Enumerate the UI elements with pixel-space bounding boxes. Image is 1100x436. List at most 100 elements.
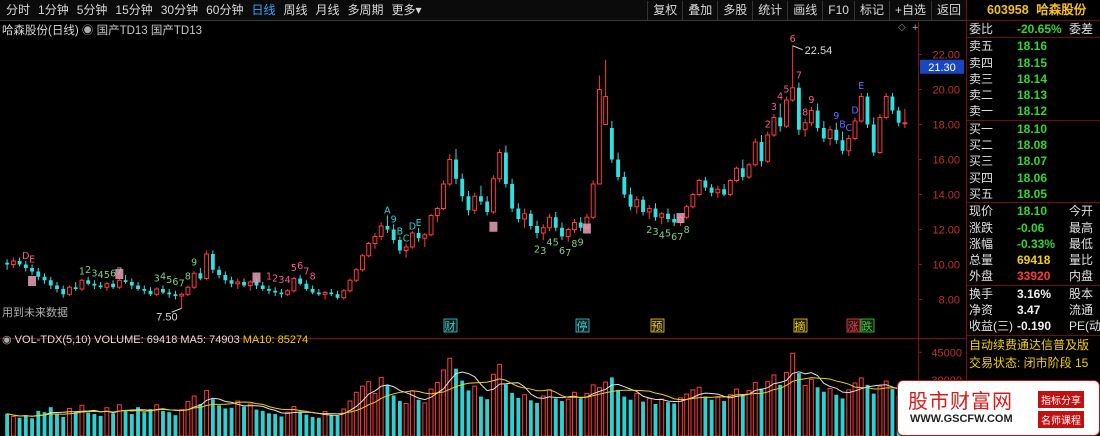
candle-body [42, 276, 47, 281]
period-tab[interactable]: 60分钟 [202, 0, 247, 21]
tool-button[interactable]: 画线 [787, 1, 822, 20]
volume-bar [715, 396, 721, 436]
candle-body [715, 188, 721, 194]
volume-bar [79, 404, 85, 436]
candle-body [871, 124, 876, 153]
candle-body [696, 180, 702, 195]
tool-buttons: 复权 叠加 多股 统计 画线 F10 标记 +自选 返回 [647, 0, 966, 21]
candle-body [310, 289, 315, 293]
tool-button[interactable]: 复权 [647, 1, 682, 20]
volume-bar [310, 417, 315, 436]
volume-bar [808, 378, 814, 436]
period-tab[interactable]: 周线 [279, 0, 311, 21]
tool-button[interactable]: 多股 [717, 1, 752, 20]
td-count-label: 7 [796, 71, 802, 82]
period-tab[interactable]: 分时 [2, 0, 34, 21]
candle-body [378, 225, 384, 237]
quote-label: 收益(三) [969, 319, 1013, 334]
quote-value: -0.06 [1017, 220, 1045, 235]
td-count-label: 8 [310, 272, 316, 283]
volume-bar [260, 410, 265, 436]
candle-body [285, 290, 291, 295]
quote-row: 买三 18.07 [967, 153, 1100, 169]
weibi-value: -20.65% [1017, 22, 1062, 36]
period-tab[interactable]: 30分钟 [157, 0, 202, 21]
volume-bar [223, 408, 228, 436]
volume-bar [490, 373, 496, 436]
td-count-label: 1 [266, 272, 272, 283]
bid-list: 买一 18.10 买二 18.08 买三 18.07 买四 18.06 买五 18.05 [967, 121, 1100, 202]
period-tab[interactable]: 1分钟 [34, 0, 73, 21]
candle-body [298, 278, 303, 284]
volume-bar [397, 401, 402, 436]
volume-bar [653, 404, 658, 436]
quote-row: 买二 18.08 [967, 137, 1100, 153]
stock-header[interactable]: 603958 哈森股份 [967, 0, 1100, 21]
td-count-label: 7 [677, 232, 683, 243]
period-tab[interactable]: 15分钟 [111, 0, 156, 21]
volume-bar [622, 396, 627, 436]
period-tab[interactable]: 月线 [312, 0, 344, 21]
candle-body [896, 110, 901, 123]
volume-bar [167, 412, 172, 436]
tool-button[interactable]: 统计 [752, 1, 787, 20]
candle-body [148, 290, 153, 295]
quote-row: 外盘 33920 内盘 [967, 268, 1100, 284]
candle-body [553, 217, 558, 228]
candle-body [653, 208, 658, 218]
candle-body [23, 264, 28, 268]
period-tab[interactable]: 5分钟 [73, 0, 112, 21]
axis-tick-label: 12.00 [932, 225, 960, 237]
quote-value: -0.190 [1017, 319, 1052, 334]
notice-renewal[interactable]: 自动续费通达信普及版 [969, 336, 1100, 354]
candle-body [890, 96, 895, 111]
candle-body [55, 285, 59, 289]
volume-bar [434, 381, 440, 436]
volume-bar [247, 403, 253, 436]
period-tab[interactable]: 更多▾ [388, 0, 426, 21]
price-chart[interactable]: 22.00 20.00 18.00 16.00 14.00 12.00 10.00 8.00 2… [0, 33, 966, 335]
candle-body [790, 87, 796, 101]
tool-button[interactable]: 标记 [853, 1, 889, 20]
period-tab[interactable]: 日线 [247, 0, 279, 21]
volume-chart[interactable]: 4500030000 [0, 341, 966, 436]
diamond-icon[interactable]: ◇ [898, 22, 906, 33]
watermark-badge: 股市财富网 WWW.GSCFW.COM 指标分享 名师课程 [897, 380, 1100, 436]
candle-body [61, 289, 66, 295]
tool-button[interactable]: F10 [822, 1, 854, 20]
candle-body [92, 283, 97, 286]
candle-body [179, 293, 185, 297]
tool-button[interactable]: 叠加 [682, 1, 717, 20]
quote-row: 总量 69418 量比 [967, 252, 1100, 268]
td-count-label: 6 [671, 232, 677, 243]
volume-bar [553, 398, 558, 436]
candle-body [479, 196, 483, 202]
td-count-label: 6 [559, 246, 565, 257]
period-tab[interactable]: 多周期 [344, 0, 388, 21]
candle-body [273, 290, 278, 293]
quote-value: 3.16% [1017, 286, 1052, 301]
quote-label-secondary: 最高 [1069, 220, 1094, 235]
candle-body [335, 294, 340, 298]
tool-button[interactable]: +自选 [888, 1, 931, 20]
volume-bar [353, 391, 359, 436]
candle-body [409, 232, 415, 248]
candle-body [821, 128, 826, 139]
volume-bar [802, 384, 808, 436]
tool-button[interactable]: 返回 [930, 1, 966, 20]
volume-bar [254, 409, 259, 436]
volume-bar [242, 406, 246, 436]
cursor-price-label: 21.30 [928, 62, 956, 74]
watermark-tag-share: 指标分享 [1038, 391, 1084, 408]
candle-body [778, 117, 783, 127]
td-setup-box [676, 213, 685, 223]
td-count-label: 1 [79, 267, 85, 278]
candle-body [223, 275, 228, 281]
td-setup-box [489, 221, 498, 232]
volume-bar [409, 390, 415, 436]
quote-row: 卖一 18.12 [967, 103, 1100, 119]
quote-label: 外盘 [969, 269, 994, 284]
quote-row: 涨跌 -0.06 最高 [967, 220, 1100, 236]
quote-label: 总量 [969, 253, 994, 268]
td-count-label: 9 [391, 214, 397, 225]
